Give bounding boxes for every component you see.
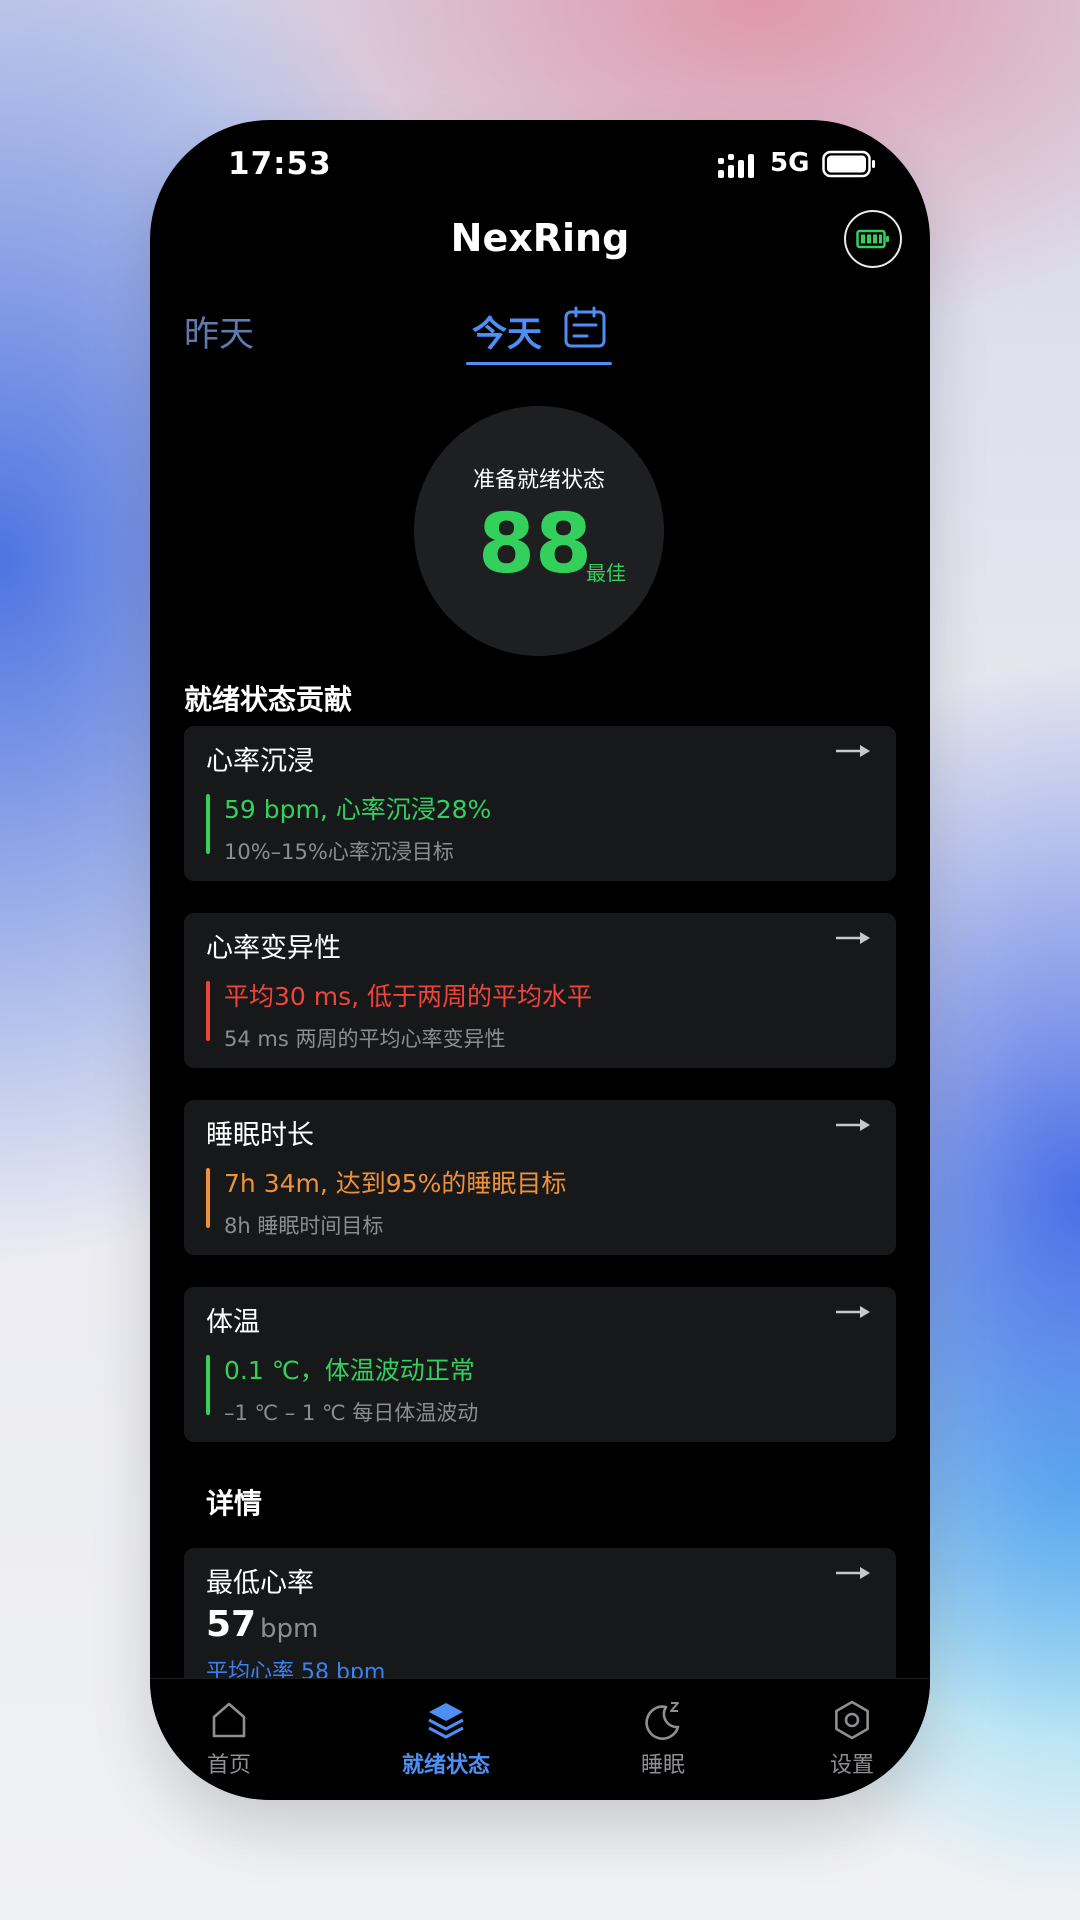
contributor-card-hrv[interactable]: 心率变异性 平均30 ms, 低于两周的平均水平 54 ms 两周的平均心率变异…: [184, 913, 896, 1068]
contributor-card-hr-dip[interactable]: 心率沉浸 59 bpm, 心率沉浸28% 10%–15%心率沉浸目标: [184, 726, 896, 881]
card-value: 平均30 ms, 低于两周的平均水平: [224, 982, 593, 1011]
card-title: 心率变异性: [206, 933, 341, 964]
card-target: 54 ms 两周的平均心率变异性: [224, 1027, 506, 1051]
app-title: NexRing: [450, 216, 630, 260]
card-value: 0.1 ℃，体温波动正常: [224, 1356, 475, 1385]
card-value: 7h 34m, 达到95%的睡眠目标: [224, 1169, 567, 1198]
contributor-card-sleep[interactable]: 睡眠时长 7h 34m, 达到95%的睡眠目标 8h 睡眠时间目标: [184, 1100, 896, 1255]
tab-yesterday[interactable]: 昨天: [184, 306, 254, 357]
detail-value: 57: [206, 1604, 257, 1645]
arrow-right-icon: [836, 745, 870, 757]
status-bar: 17:53 5G: [150, 120, 930, 210]
moon-icon: [645, 1702, 680, 1740]
tab-underline: [466, 362, 612, 365]
score-value: 88: [478, 497, 593, 592]
status-bar-indicator: [206, 1168, 210, 1228]
nav-readiness[interactable]: 就绪状态: [381, 1679, 511, 1800]
phone-screen: 17:53 5G NexRing 昨天 今天 准备就绪状态 88 最佳 就绪状态…: [150, 120, 930, 1800]
details-title: 详情: [206, 1487, 263, 1520]
arrow-right-icon: [836, 1567, 870, 1579]
score-label: 准备就绪状态: [472, 468, 605, 493]
status-bar-indicator: [206, 1355, 210, 1415]
card-title: 最低心率: [206, 1568, 314, 1599]
arrow-right-icon: [836, 1119, 870, 1131]
readiness-score-circle[interactable]: 准备就绪状态 88 最佳: [414, 406, 664, 656]
network-type: 5G: [770, 148, 810, 178]
detail-unit: bpm: [260, 1614, 319, 1644]
home-icon: [212, 1702, 246, 1738]
gear-icon: [835, 1700, 869, 1740]
nav-label: 就绪状态: [401, 1753, 490, 1778]
contributor-card-temperature[interactable]: 体温 0.1 ℃，体温波动正常 –1 ℃ – 1 ℃ 每日体温波动: [184, 1287, 896, 1442]
card-title: 体温: [206, 1307, 260, 1338]
status-bar-indicator: [206, 794, 210, 854]
card-target: 8h 睡眠时间目标: [224, 1214, 384, 1238]
score-grade: 最佳: [586, 561, 626, 585]
status-battery-icon: [822, 150, 875, 178]
battery-icon[interactable]: [844, 210, 902, 268]
nav-settings[interactable]: 设置: [787, 1679, 917, 1800]
nav-label: 首页: [206, 1753, 251, 1778]
status-time: 17:53: [228, 146, 332, 182]
detail-card-lowest-hr[interactable]: 最低心率 57 bpm 平均心率 58 bpm: [184, 1548, 896, 1688]
card-title: 睡眠时长: [206, 1120, 314, 1151]
status-bar-indicator: [206, 981, 210, 1041]
nav-home[interactable]: 首页: [164, 1679, 294, 1800]
arrow-right-icon: [836, 932, 870, 944]
bottom-nav: 首页 就绪状态 睡眠 设置: [150, 1678, 930, 1800]
nav-label: 设置: [829, 1753, 874, 1778]
tab-today[interactable]: 今天: [472, 306, 542, 357]
arrow-right-icon: [836, 1306, 870, 1318]
card-target: –1 ℃ – 1 ℃ 每日体温波动: [224, 1401, 479, 1425]
card-target: 10%–15%心率沉浸目标: [224, 840, 454, 864]
layers-icon: [428, 1703, 464, 1739]
calendar-icon[interactable]: [563, 306, 607, 350]
nav-sleep[interactable]: 睡眠: [598, 1679, 728, 1800]
contributors-title: 就绪状态贡献: [184, 683, 353, 716]
nav-label: 睡眠: [640, 1753, 685, 1778]
signal-icon: [718, 154, 754, 178]
card-value: 59 bpm, 心率沉浸28%: [224, 795, 492, 824]
card-title: 心率沉浸: [206, 746, 314, 777]
battery-level-icon: [856, 229, 889, 249]
